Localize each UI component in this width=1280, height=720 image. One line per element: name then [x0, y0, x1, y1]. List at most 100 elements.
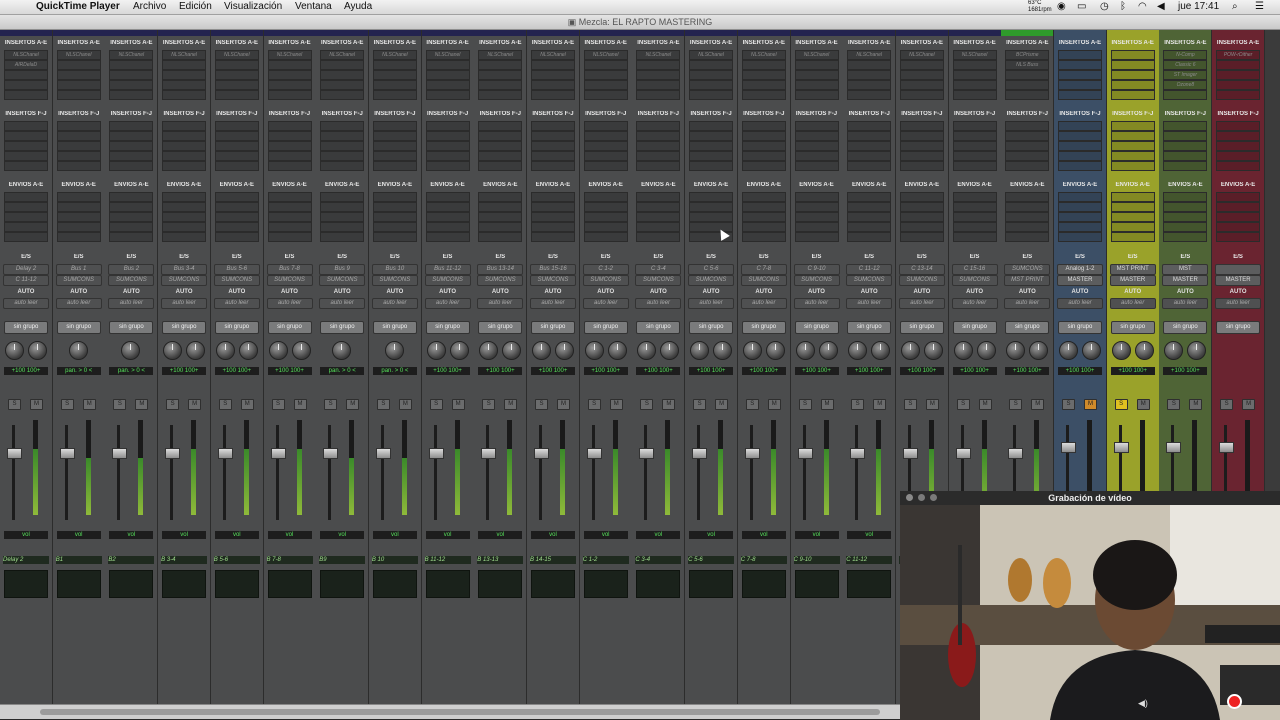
send-slot[interactable] [689, 202, 734, 212]
send-slot[interactable] [583, 232, 628, 242]
send-slot[interactable] [1005, 212, 1050, 222]
send-slot[interactable] [847, 192, 892, 202]
output-selector[interactable]: C 11-12 [3, 275, 49, 286]
insert-slot[interactable] [162, 80, 207, 90]
insert-slot[interactable] [583, 131, 628, 141]
insert-slot[interactable] [531, 70, 575, 80]
insert-slot[interactable] [1005, 80, 1050, 90]
fader-handle[interactable] [692, 448, 708, 459]
send-slot[interactable] [1110, 232, 1155, 242]
insert-slot[interactable] [214, 80, 259, 90]
fader-handle[interactable] [323, 448, 339, 459]
track-name[interactable]: C 9-10 [793, 556, 840, 564]
group-selector[interactable]: sin grupo [531, 321, 575, 334]
zoom-dot-icon[interactable] [930, 494, 937, 501]
automation-read[interactable]: auto leer [266, 298, 313, 309]
output-selector[interactable]: MASTER [1109, 275, 1156, 286]
automation-mode[interactable]: AUTO [1162, 288, 1208, 297]
send-slot[interactable] [478, 222, 523, 232]
insert-slot[interactable] [267, 80, 312, 90]
input-selector[interactable]: Bus 2 [108, 264, 155, 275]
send-slot[interactable] [267, 192, 312, 202]
insert-slot[interactable] [1005, 70, 1050, 80]
insert-slot[interactable] [425, 141, 470, 151]
mute-button[interactable]: M [1189, 399, 1203, 410]
insert-slot[interactable]: NLSChanel [689, 50, 734, 60]
insert-slot[interactable] [1216, 121, 1261, 131]
insert-slot[interactable] [1216, 70, 1261, 80]
fader-handle[interactable] [7, 448, 22, 459]
pan-knob[interactable] [121, 341, 141, 360]
insert-slot[interactable] [1058, 70, 1102, 80]
output-selector[interactable]: SUMCONS [635, 275, 682, 286]
solo-button[interactable]: S [324, 399, 338, 410]
pan-right-knob[interactable] [555, 341, 574, 360]
send-slot[interactable] [478, 232, 523, 242]
insert-slot[interactable] [4, 121, 48, 131]
automation-mode[interactable]: AUTO [952, 288, 998, 297]
pan-left-knob[interactable] [1111, 341, 1131, 360]
insert-slot[interactable]: AIRDelaD [4, 60, 48, 70]
insert-slot[interactable] [847, 131, 892, 141]
send-slot[interactable] [1005, 222, 1050, 232]
mute-button[interactable]: M [346, 399, 360, 410]
fader-handle[interactable] [797, 448, 813, 459]
output-selector[interactable]: SUMCONS [266, 275, 313, 286]
pan-right-knob[interactable] [449, 341, 469, 360]
insert-slot[interactable] [1216, 131, 1261, 141]
insert-slot[interactable] [583, 90, 628, 100]
automation-read[interactable]: auto leer [319, 298, 366, 309]
insert-slot[interactable] [689, 151, 734, 161]
insert-slot[interactable] [741, 90, 786, 100]
track-name[interactable]: Delay 2 [3, 556, 49, 564]
send-slot[interactable] [478, 202, 523, 212]
insert-slot[interactable] [109, 131, 154, 141]
send-slot[interactable] [267, 212, 312, 222]
send-slot[interactable] [478, 212, 523, 222]
volume-icon[interactable]: ◀ [1157, 1, 1165, 12]
pan-right-knob[interactable] [28, 341, 47, 360]
send-slot[interactable] [267, 222, 312, 232]
automation-read[interactable]: auto leer [951, 298, 998, 309]
send-slot[interactable] [741, 232, 786, 242]
record-button[interactable] [1227, 694, 1242, 709]
insert-slot[interactable] [636, 60, 681, 70]
video-recording-window[interactable]: Grabación de vídeo ◀) [900, 491, 1280, 720]
insert-slot[interactable] [4, 70, 48, 80]
insert-slot[interactable] [899, 141, 944, 151]
input-selector[interactable]: Delay 2 [3, 264, 49, 275]
automation-read[interactable]: auto leer [55, 298, 102, 309]
track-name[interactable]: B 14-15 [530, 556, 576, 564]
send-slot[interactable] [425, 232, 470, 242]
group-selector[interactable]: sin grupo [267, 321, 312, 334]
insert-slot[interactable] [1058, 161, 1102, 171]
insert-slot[interactable] [952, 131, 997, 141]
insert-slot[interactable] [1163, 121, 1208, 131]
send-slot[interactable] [109, 212, 154, 222]
insert-slot[interactable] [320, 80, 365, 90]
mute-button[interactable]: M [767, 399, 781, 410]
group-selector[interactable]: sin grupo [899, 321, 944, 334]
solo-button[interactable]: S [482, 399, 496, 410]
insert-slot[interactable] [794, 60, 839, 70]
insert-slot[interactable] [214, 121, 259, 131]
insert-slot[interactable] [636, 90, 681, 100]
insert-slot[interactable] [162, 70, 207, 80]
automation-read[interactable]: auto leer [3, 298, 49, 309]
solo-button[interactable]: S [1062, 399, 1075, 410]
group-selector[interactable]: sin grupo [56, 321, 101, 334]
insert-slot[interactable] [267, 141, 312, 151]
insert-slot[interactable] [583, 121, 628, 131]
send-slot[interactable] [899, 202, 944, 212]
search-icon[interactable]: ⌕ [1232, 1, 1238, 12]
send-slot[interactable] [583, 192, 628, 202]
insert-slot[interactable] [583, 70, 628, 80]
insert-slot[interactable] [320, 70, 365, 80]
insert-slot[interactable] [689, 70, 734, 80]
insert-slot[interactable] [1216, 161, 1261, 171]
automation-read[interactable]: auto leer [530, 298, 576, 309]
insert-slot[interactable] [109, 121, 154, 131]
insert-slot[interactable] [899, 121, 944, 131]
output-selector[interactable]: MASTER [1057, 275, 1103, 286]
insert-slot[interactable] [952, 60, 997, 70]
